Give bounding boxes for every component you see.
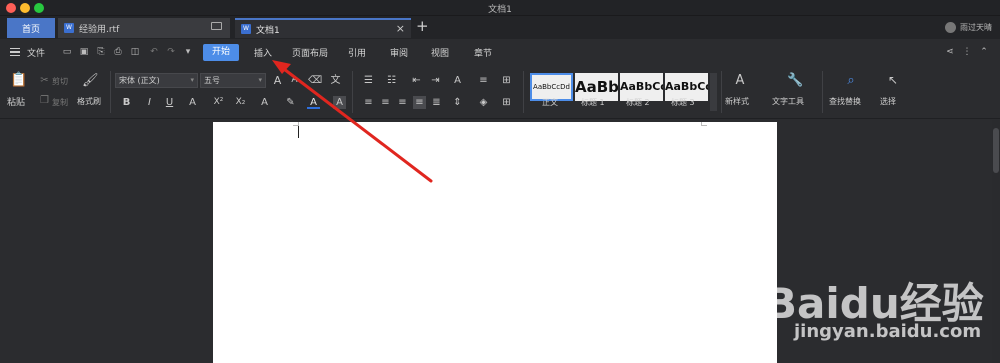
app-window: 文档1 首页 W 经验用.rtf W 文档1 × + 雨过天晴 文件 ▭ ▣ ⎘… [0,0,1000,363]
watermark-url: jingyan.baidu.com [794,321,982,342]
watermark: Baidu经验 jingyan.baidu.com [745,245,995,360]
arrow-shaft [278,64,433,183]
